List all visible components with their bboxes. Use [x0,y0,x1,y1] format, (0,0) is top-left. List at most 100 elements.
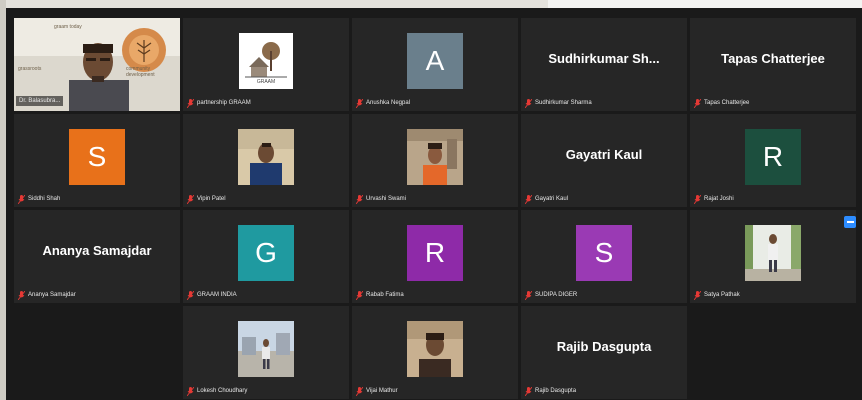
participant-avatar: G [238,225,294,281]
participant-name: Lokesh Choudhary [197,388,248,394]
participant-tile[interactable]: GRAAM partnership GRAAM [183,18,349,111]
participant-tile[interactable]: Vipin Patel [183,114,349,207]
mic-muted-icon [356,98,363,108]
mic-muted-icon [356,386,363,396]
participant-tile[interactable]: Lokesh Choudhary [183,306,349,399]
avatar-initial: S [87,141,107,172]
participant-tile[interactable]: Ananya Samajdar Ananya Samajdar [14,210,180,303]
mic-muted-icon [694,98,701,108]
mic-muted-icon [356,194,363,204]
participant-tile[interactable]: R Rabab Fatima [352,210,518,303]
participant-tile[interactable]: Urvashi Swami [352,114,518,207]
participant-name-label: Rajat Joshi [694,194,734,204]
participant-name-label: partnership GRAAM [187,98,251,108]
participant-tile[interactable]: Satya Pathak [690,210,856,303]
participant-name-label: Dr. Balasubra... [16,96,64,106]
graam-logo-text: GRAAM [256,79,276,85]
avatar-initial: G [255,237,277,268]
participant-name-label: Vijai Mathur [356,386,398,396]
participant-name: GRAAM INDIA [197,292,237,298]
participant-name: Satya Pathak [704,292,740,298]
participant-tile[interactable]: S Siddhi Shah [14,114,180,207]
participant-tile[interactable]: A Anushka Negpal [352,18,518,111]
participant-name: Dr. Balasubra... [19,98,61,104]
participant-name: partnership GRAAM [197,100,251,106]
participant-display-name: Rajib Dasgupta [556,339,652,354]
participant-name-label: Satya Pathak [694,290,740,300]
avatar-initial: A [425,45,445,76]
background-top [0,0,862,8]
participant-name-label: Ananya Samajdar [18,290,76,300]
participant-tile[interactable]: Gayatri Kaul Gayatri Kaul [521,114,687,207]
mic-muted-icon [525,290,532,300]
empty-tile [14,306,180,399]
participant-tile[interactable]: R Rajat Joshi [690,114,856,207]
participant-name: Gayatri Kaul [535,196,569,202]
participant-display-name: Tapas Chatterjee [721,51,825,66]
participant-name: Rajib Dasgupta [535,388,577,394]
participant-display-name: Gayatri Kaul [565,147,643,162]
participant-avatar: A [407,33,463,89]
participant-name: Rajat Joshi [704,196,734,202]
participant-name-label: Gayatri Kaul [525,194,568,204]
participant-tile[interactable]: Rajib Dasgupta Rajib Dasgupta [521,306,687,399]
participant-name-label: Rajib Dasgupta [525,386,576,396]
participant-name-label: Siddhi Shah [18,194,60,204]
participant-tile[interactable]: Vijai Mathur [352,306,518,399]
participant-name-label: Rabab Fatima [356,290,404,300]
empty-tile [690,306,856,399]
host-banner-mid: grassroots [18,66,42,72]
participant-avatar: R [407,225,463,281]
avatar-initial: S [594,237,614,268]
mic-muted-icon [187,98,194,108]
participant-photo [407,321,463,377]
participant-name: Vipin Patel [197,196,226,202]
background-light [548,0,862,8]
participant-name: Ananya Samajdar [28,292,76,298]
participant-name-label: Sudhirkumar Sharma [525,98,592,108]
participant-photo [407,129,463,185]
mic-muted-icon [694,290,701,300]
mic-muted-icon [187,290,194,300]
participant-name-label: Urvashi Swami [356,194,406,204]
participant-name-label: SUDIPA DIGER [525,290,577,300]
participant-name-label: Lokesh Choudhary [187,386,247,396]
participant-avatar: S [69,129,125,185]
mic-muted-icon [525,386,532,396]
participant-photo [745,225,801,281]
participant-name: Vijai Mathur [366,388,398,394]
participant-name-label: Anushka Negpal [356,98,410,108]
participant-tile[interactable]: S SUDIPA DIGER [521,210,687,303]
host-banner-right: community development [126,66,155,78]
participant-photo [238,129,294,185]
participant-logo: GRAAM [239,33,293,89]
mic-muted-icon [525,194,532,204]
mic-muted-icon [525,98,532,108]
participant-name: Tapas Chatterjee [704,100,750,106]
participant-name: Siddhi Shah [28,196,61,202]
minimize-button[interactable] [844,216,856,228]
host-banner-top: graam today [54,24,82,30]
participant-name: Sudhirkumar Sharma [535,100,592,106]
participant-display-name: Ananya Samajdar [42,243,152,258]
participant-name: Rabab Fatima [366,292,404,298]
mic-muted-icon [187,194,194,204]
avatar-initial: R [424,237,446,268]
mic-muted-icon [18,290,25,300]
participant-name-label: Vipin Patel [187,194,226,204]
participant-tile[interactable]: G GRAAM INDIA [183,210,349,303]
minimize-icon [846,221,854,223]
meeting-gallery-view: graam today grassroots community develop… [6,8,862,400]
participant-avatar: S [576,225,632,281]
participant-name: Urvashi Swami [366,196,407,202]
participant-grid: graam today grassroots community develop… [14,18,856,399]
participant-display-name: Sudhirkumar Sh... [548,51,660,66]
participant-photo [238,321,294,377]
avatar-initial: R [762,141,784,172]
participant-tile[interactable]: Tapas Chatterjee Tapas Chatterjee [690,18,856,111]
participant-tile[interactable]: Sudhirkumar Sh... Sudhirkumar Sharma [521,18,687,111]
mic-muted-icon [18,194,25,204]
participant-name: Anushka Negpal [366,100,411,106]
mic-muted-icon [187,386,194,396]
participant-tile-host[interactable]: graam today grassroots community develop… [14,18,180,111]
